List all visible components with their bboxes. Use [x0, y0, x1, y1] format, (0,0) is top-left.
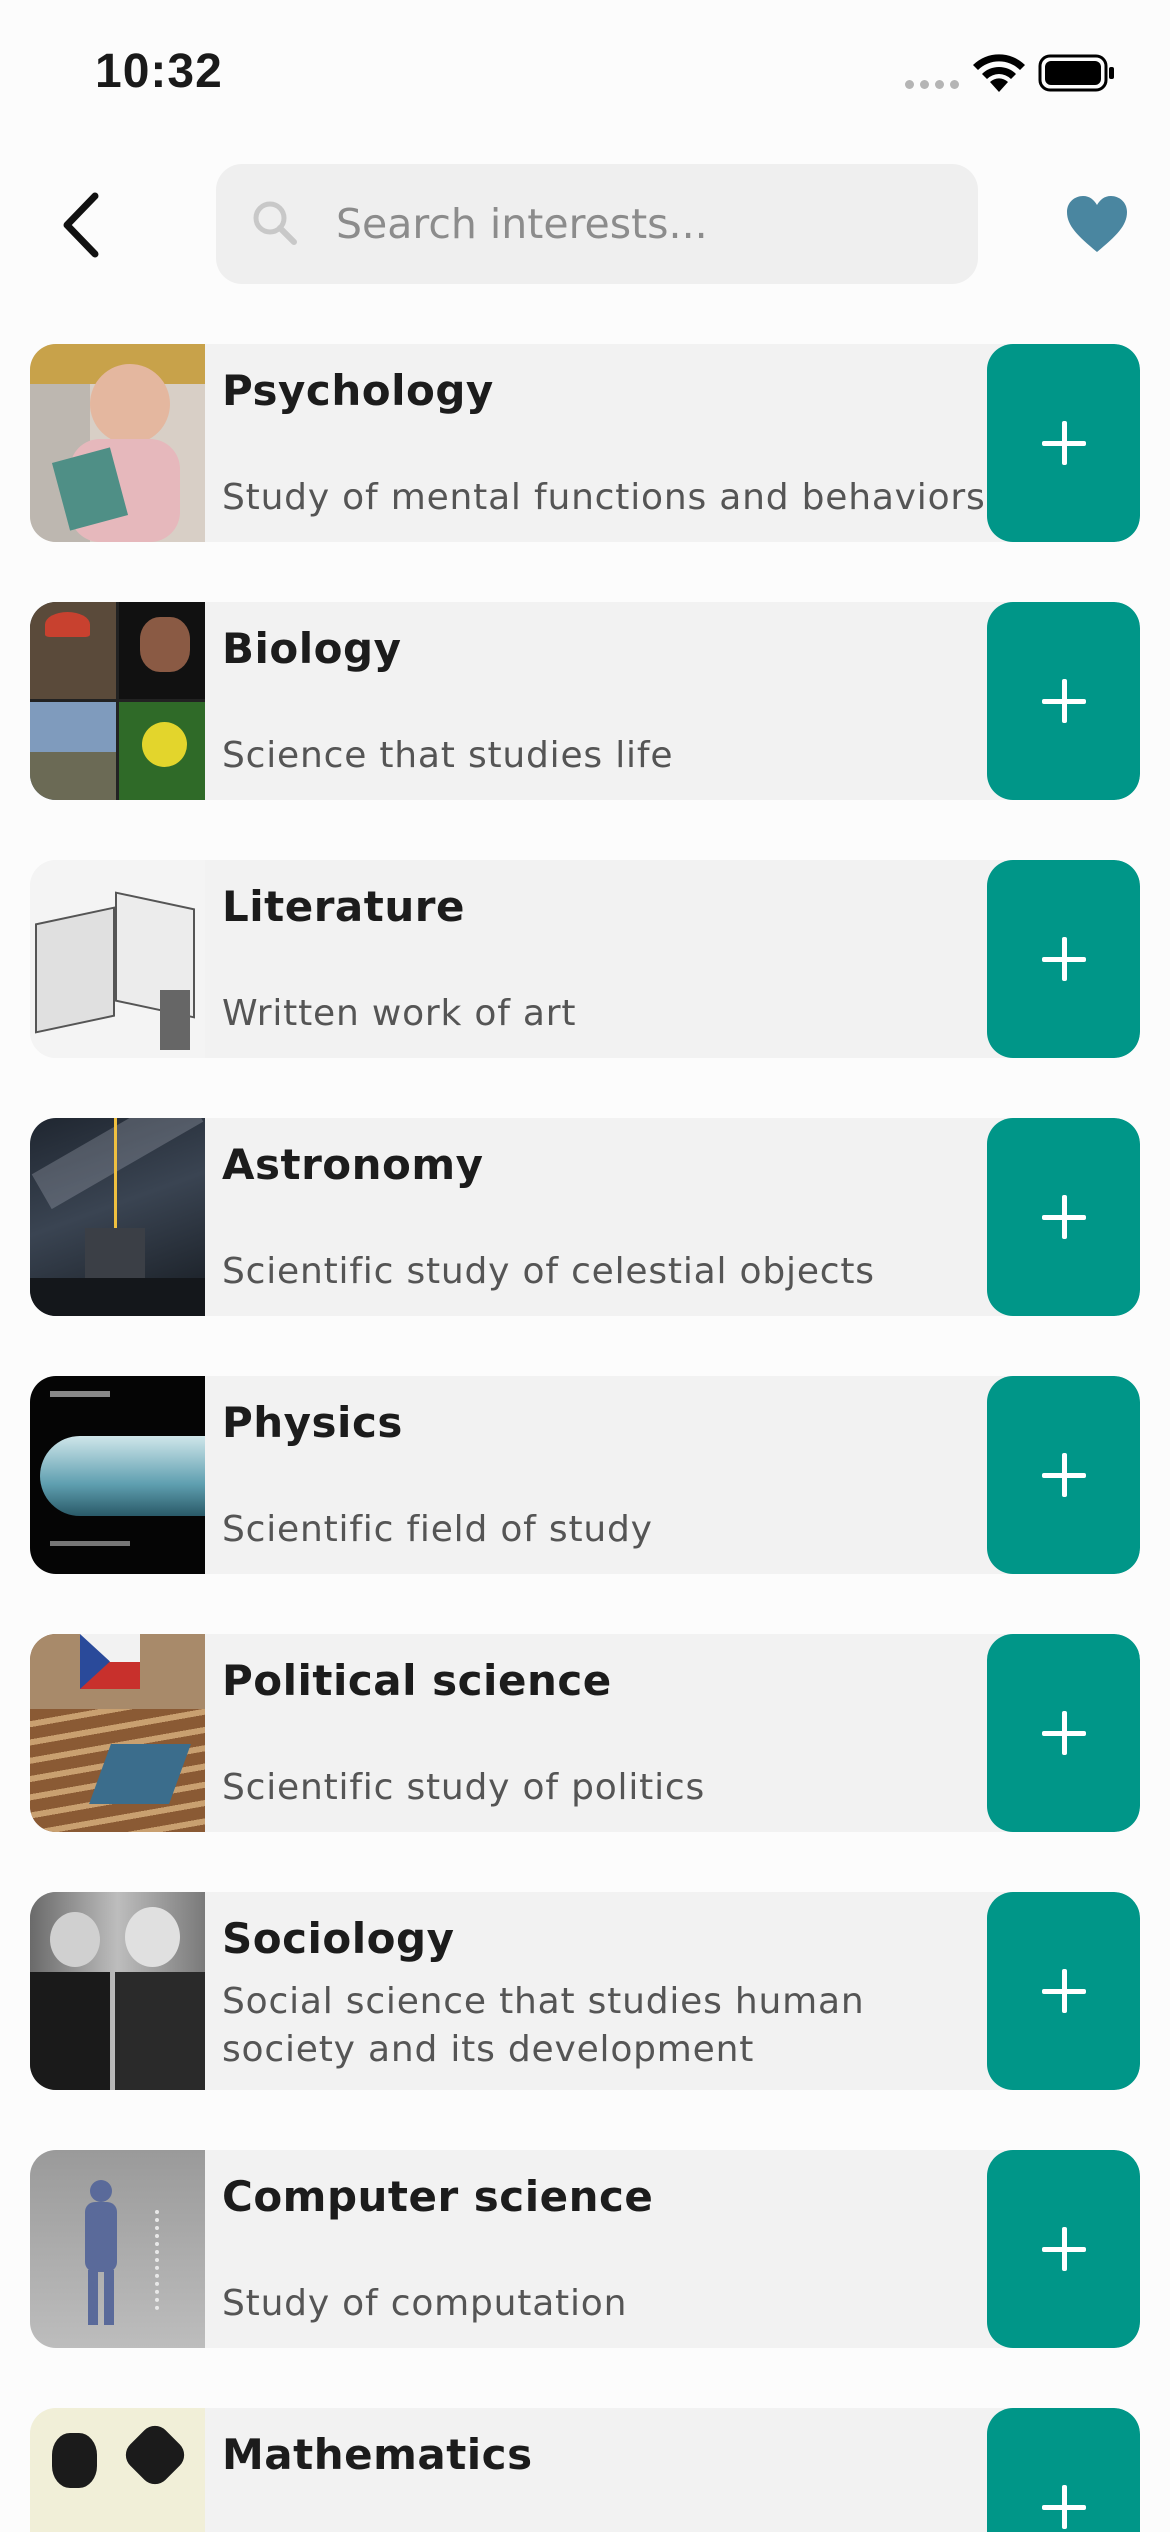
- interest-description: Scientific study of politics: [222, 1767, 706, 1808]
- sociology-image: [30, 1892, 205, 2090]
- chevron-left-icon: [63, 192, 99, 258]
- interest-description: Social science that studies human societ…: [222, 1981, 865, 2070]
- signal-dots-icon: [905, 80, 959, 89]
- astronomy-image: [30, 1118, 205, 1316]
- add-interest-button[interactable]: [987, 1376, 1140, 1574]
- physics-image: [30, 1376, 205, 1574]
- literature-image: [30, 860, 205, 1058]
- interest-description: Study of mental functions and behaviors: [222, 477, 986, 518]
- interest-title: Psychology: [222, 366, 494, 415]
- list-item-literature[interactable]: Literature Written work of art: [30, 860, 1140, 1058]
- plus-icon: [1041, 1453, 1086, 1497]
- political-science-image: [30, 1634, 205, 1832]
- interest-description: Study of computation: [222, 2283, 628, 2324]
- computer-science-image: [30, 2150, 205, 2348]
- list-item-physics[interactable]: Physics Scientific field of study: [30, 1376, 1140, 1574]
- list-item-mathematics[interactable]: Mathematics: [30, 2408, 1140, 2532]
- interest-title: Computer science: [222, 2172, 654, 2221]
- interest-description: Scientific field of study: [222, 1509, 653, 1550]
- status-bar: 10:32: [0, 0, 1170, 150]
- psychology-image: [30, 344, 205, 542]
- list-item-psychology[interactable]: Psychology Study of mental functions and…: [30, 344, 1140, 542]
- add-interest-button[interactable]: [987, 2150, 1140, 2348]
- interest-title: Astronomy: [222, 1140, 484, 1189]
- plus-icon: [1041, 1711, 1086, 1755]
- heart-icon: [1067, 196, 1127, 252]
- list-item-sociology[interactable]: Sociology Social science that studies hu…: [30, 1892, 1140, 2090]
- interest-title: Sociology: [222, 1914, 455, 1963]
- add-interest-button[interactable]: [987, 1634, 1140, 1832]
- plus-icon: [1041, 1195, 1086, 1239]
- plus-icon: [1041, 1969, 1086, 2013]
- search-bar[interactable]: [216, 164, 978, 284]
- mathematics-image: [30, 2408, 205, 2532]
- list-item-political-science[interactable]: Political science Scientific study of po…: [30, 1634, 1140, 1832]
- add-interest-button[interactable]: [987, 860, 1140, 1058]
- interest-description: Scientific study of celestial objects: [222, 1251, 875, 1292]
- interest-title: Mathematics: [222, 2430, 533, 2479]
- plus-icon: [1041, 421, 1086, 465]
- back-button[interactable]: [55, 190, 115, 260]
- plus-icon: [1041, 2485, 1086, 2529]
- list-item-biology[interactable]: Biology Science that studies life: [30, 602, 1140, 800]
- interest-title: Biology: [222, 624, 402, 673]
- battery-icon: [1038, 54, 1114, 92]
- add-interest-button[interactable]: [987, 1892, 1140, 2090]
- search-input[interactable]: [336, 164, 956, 284]
- wifi-icon: [973, 54, 1025, 92]
- favorites-button[interactable]: [1064, 194, 1130, 254]
- interest-title: Political science: [222, 1656, 612, 1705]
- plus-icon: [1041, 2227, 1086, 2271]
- biology-image: [30, 602, 205, 800]
- interest-description: Science that studies life: [222, 735, 674, 776]
- add-interest-button[interactable]: [987, 602, 1140, 800]
- list-item-computer-science[interactable]: Computer science Study of computation: [30, 2150, 1140, 2348]
- plus-icon: [1041, 937, 1086, 981]
- interest-description: Written work of art: [222, 993, 577, 1034]
- add-interest-button[interactable]: [987, 344, 1140, 542]
- plus-icon: [1041, 679, 1086, 723]
- search-icon: [253, 201, 297, 245]
- add-interest-button[interactable]: [987, 1118, 1140, 1316]
- list-item-astronomy[interactable]: Astronomy Scientific study of celestial …: [30, 1118, 1140, 1316]
- interest-title: Literature: [222, 882, 465, 931]
- status-time: 10:32: [95, 45, 223, 98]
- add-interest-button[interactable]: [987, 2408, 1140, 2532]
- interest-title: Physics: [222, 1398, 403, 1447]
